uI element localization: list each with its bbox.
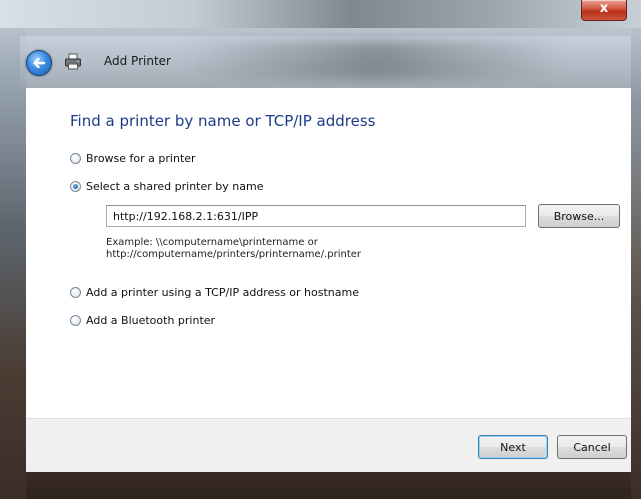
close-icon: x (599, 1, 609, 16)
example-text: Example: \\computername\printername or h… (106, 237, 361, 261)
radio-bluetooth-printer[interactable] (70, 315, 81, 326)
radio-tcpip-printer[interactable] (70, 287, 81, 298)
window-titlebar[interactable] (0, 0, 641, 28)
back-button[interactable] (26, 50, 52, 76)
cancel-button[interactable]: Cancel (557, 435, 627, 459)
option-label: Add a Bluetooth printer (86, 314, 216, 327)
wizard-footer: Next Cancel (26, 418, 631, 473)
wizard-content: Find a printer by name or TCP/IP address… (26, 88, 631, 418)
next-button[interactable]: Next (478, 435, 548, 459)
option-label: Select a shared printer by name (86, 180, 264, 193)
radio-shared-printer[interactable] (70, 181, 81, 192)
window-title: Add Printer (104, 54, 171, 68)
back-arrow-icon (33, 57, 46, 69)
example-line-1: Example: \\computername\printername or (106, 237, 318, 248)
option-shared-printer[interactable]: Select a shared printer by name (70, 180, 263, 193)
browse-button[interactable]: Browse... (538, 204, 620, 228)
printer-icon (65, 53, 81, 70)
option-bluetooth-printer[interactable]: Add a Bluetooth printer (70, 314, 215, 327)
shared-printer-input[interactable] (106, 205, 526, 227)
option-label: Browse for a printer (86, 152, 196, 165)
close-button[interactable]: x (581, 0, 627, 21)
example-line-2: http://computername/printers/printername… (106, 249, 362, 260)
option-browse-printer[interactable]: Browse for a printer (70, 152, 196, 165)
radio-browse-printer[interactable] (70, 153, 81, 164)
option-tcpip-printer[interactable]: Add a printer using a TCP/IP address or … (70, 286, 359, 299)
page-heading: Find a printer by name or TCP/IP address (70, 112, 376, 130)
window-bottom-edge (26, 472, 631, 499)
option-label: Add a printer using a TCP/IP address or … (86, 286, 359, 299)
background-blur (185, 40, 565, 80)
window-frame-right (631, 0, 641, 499)
